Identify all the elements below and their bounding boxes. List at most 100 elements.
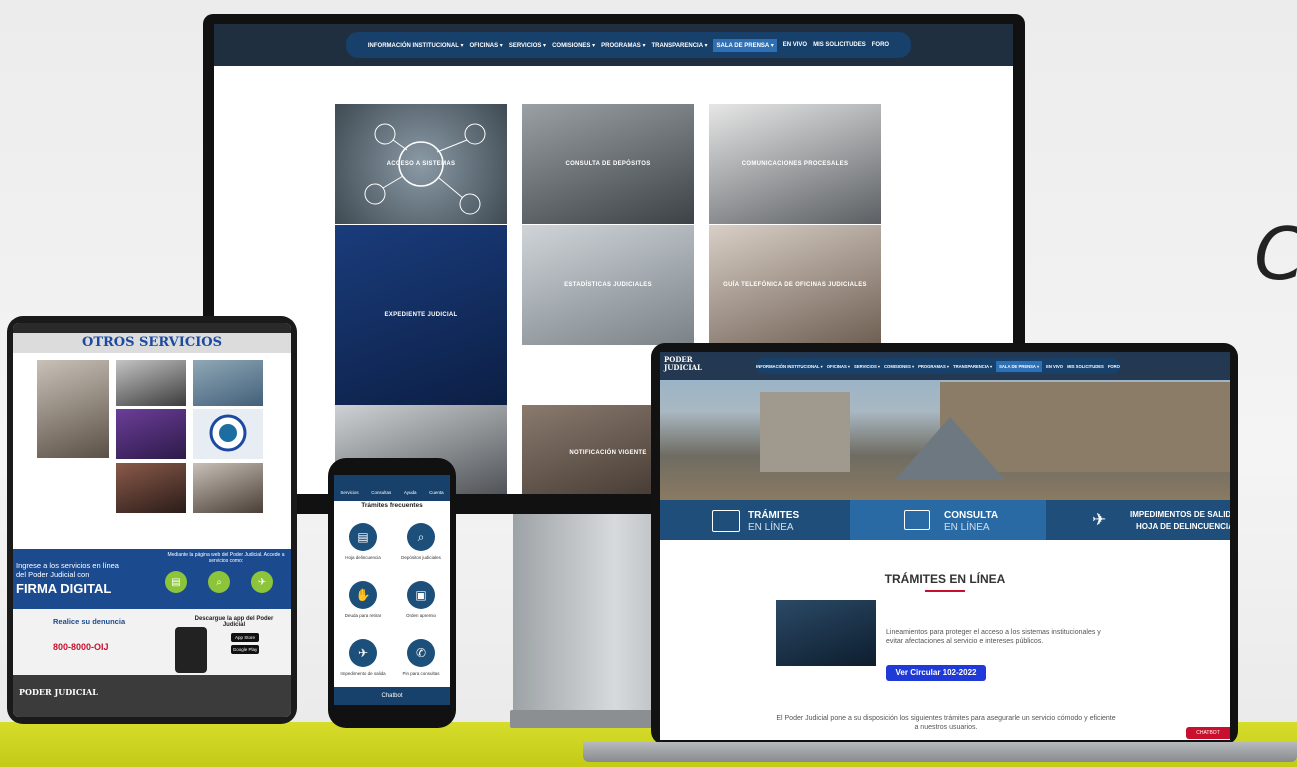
- tablet-footer: PODER JUDICIAL: [13, 675, 291, 717]
- phone-item-label: Pin para consultas: [402, 671, 440, 676]
- section-heading: TRÁMITES EN LÍNEA: [884, 572, 1006, 586]
- firma-digital-banner[interactable]: Ingrese a los servicios en línea del Pod…: [13, 549, 291, 609]
- tab-tramites[interactable]: TRÁMITES EN LÍNEA: [660, 500, 850, 540]
- nav-item[interactable]: OFICINAS ▾: [827, 364, 850, 369]
- phone-item[interactable]: ▣ Orden apremio: [392, 577, 450, 633]
- laptop-screen: PODER JUDICIAL INFORMACIÓN INSTITUCIONAL…: [660, 352, 1230, 740]
- tablet-logo: PODER JUDICIAL: [19, 687, 98, 697]
- tile-statistics[interactable]: ESTADÍSTICAS JUDICIALES: [522, 225, 694, 345]
- phone-item-label: Impedimento de salida: [340, 671, 386, 676]
- section-paragraph: Lineamientos para proteger el acceso a l…: [886, 629, 1101, 645]
- seal-icon: [209, 414, 247, 452]
- tablet-thumb-laptop[interactable]: [116, 360, 186, 406]
- tab-impedimentos[interactable]: ✈ IMPEDIMENTOS DE SALIDA HOJA DE DELINCU…: [1046, 500, 1230, 540]
- nav-item[interactable]: OFICINAS ▾: [469, 42, 502, 49]
- phone-item[interactable]: ✈ Impedimento de salida: [334, 635, 392, 691]
- tab-tramites-title: TRÁMITES: [748, 510, 800, 521]
- tile-access[interactable]: ACCESO A SISTEMAS: [335, 104, 507, 224]
- monitor-navbar: INFORMACIÓN INSTITUCIONAL ▾ OFICINAS ▾ SER…: [346, 32, 911, 58]
- nav-item[interactable]: PROGRAMAS ▾: [601, 42, 645, 49]
- tab-consulta-sub: EN LÍNEA: [944, 522, 990, 533]
- hand-icon: ✋: [349, 581, 377, 609]
- tablet-screen: OTROS SERVICIOS Ingrese a los servicios …: [13, 323, 291, 717]
- plane-icon[interactable]: ✈: [251, 571, 273, 593]
- nav-item[interactable]: TRANSPARENCIA ▾: [651, 42, 707, 49]
- phone-item[interactable]: ▤ Hoja delincuencia: [334, 519, 392, 575]
- laptop-logo[interactable]: PODER JUDICIAL: [664, 356, 704, 372]
- app-title: Descargue la app del Poder Judicial: [194, 616, 274, 628]
- search-icon[interactable]: ⌕: [208, 571, 230, 593]
- tablet-thumb-audience[interactable]: [116, 463, 186, 513]
- laptop-base: [583, 742, 1297, 762]
- tile-label: EXPEDIENTE JUDICIAL: [384, 312, 458, 318]
- plane-icon: ✈: [349, 639, 377, 667]
- nav-item[interactable]: EN VIVO: [783, 42, 807, 48]
- phone-tab[interactable]: Servicios: [340, 490, 358, 495]
- tile-expediente[interactable]: EXPEDIENTE JUDICIAL: [335, 225, 507, 405]
- phone-item-label: Depósitos judiciales: [401, 555, 441, 560]
- tab-impedimentos-title: IMPEDIMENTOS DE SALIDA: [1130, 510, 1230, 519]
- tile-label: ESTADÍSTICAS JUDICIALES: [564, 282, 652, 288]
- phone-item[interactable]: ✆ Pin para consultas: [392, 635, 450, 691]
- denuncia-title: Realice su denuncia: [53, 617, 126, 626]
- app-store-badge[interactable]: App Store: [231, 633, 259, 642]
- nav-item[interactable]: SERVICIOS ▾: [854, 364, 880, 369]
- denuncia-section: Realice su denuncia 800-8000-OIJ Descarg…: [13, 609, 291, 675]
- nav-item[interactable]: TRANSPARENCIA ▾: [953, 364, 992, 369]
- phone-chatbot-bar[interactable]: Chatbot: [334, 687, 450, 705]
- tile-communications[interactable]: COMUNICACIONES PROCESALES: [709, 104, 881, 224]
- heading-underline: [925, 590, 965, 592]
- banner-strong: FIRMA DIGITAL: [16, 581, 112, 596]
- laptop-navbar: INFORMACIÓN INSTITUCIONAL ▾ OFICINAS ▾ SER…: [756, 358, 1120, 374]
- tile-deposits[interactable]: CONSULTA DE DEPÓSITOS: [522, 104, 694, 224]
- search-icon: ⌕: [407, 523, 435, 551]
- tablet-thumb-purple[interactable]: [116, 409, 186, 459]
- tile-label: COMUNICACIONES PROCESALES: [741, 161, 849, 167]
- tablet-thumb-person[interactable]: [37, 360, 109, 458]
- side-letter: C: [1254, 212, 1297, 296]
- nav-item[interactable]: INFORMACIÓN INSTITUCIONAL ▾: [756, 364, 823, 369]
- nav-item[interactable]: EN VIVO: [1046, 364, 1063, 369]
- tab-consulta[interactable]: CONSULTA EN LÍNEA: [850, 500, 1046, 540]
- security-laptop-image: [776, 600, 876, 666]
- phone-tab[interactable]: Consultas: [371, 490, 391, 495]
- phone-item[interactable]: ⌕ Depósitos judiciales: [392, 519, 450, 575]
- nav-item[interactable]: MIS SOLICITUDES: [813, 42, 866, 48]
- tile-label: ACCESO A SISTEMAS: [386, 161, 456, 167]
- computer-icon: [712, 510, 740, 532]
- phone-item-label: Hoja delincuencia: [345, 555, 381, 560]
- nav-item[interactable]: SALA DE PRENSA ▾: [996, 360, 1043, 372]
- nav-item[interactable]: MIS SOLICITUDES: [1067, 364, 1104, 369]
- chatbot-button[interactable]: CHATBOT: [1186, 727, 1230, 739]
- phone-item[interactable]: ✋ Deuda para retirar: [334, 577, 392, 633]
- phone-tab[interactable]: Cuenta: [429, 490, 444, 495]
- nav-item[interactable]: COMISIONES ▾: [884, 364, 914, 369]
- building-left: [760, 392, 850, 472]
- google-play-badge[interactable]: Google Play: [231, 645, 259, 654]
- id-card-icon[interactable]: ▤: [165, 571, 187, 593]
- nav-item[interactable]: COMISIONES ▾: [552, 42, 595, 49]
- nav-item[interactable]: PROGRAMAS ▾: [918, 364, 949, 369]
- nav-item[interactable]: INFORMACIÓN INSTITUCIONAL ▾: [368, 42, 464, 49]
- denuncia-phone[interactable]: 800-8000-OIJ: [53, 642, 109, 652]
- nav-item[interactable]: SALA DE PRENSA ▾: [713, 38, 777, 52]
- tile-label: GUÍA TELEFÓNICA DE OFICINAS JUDICIALES: [723, 282, 867, 288]
- monitor-header: INFORMACIÓN INSTITUCIONAL ▾ OFICINAS ▾ SER…: [214, 24, 1013, 66]
- pyramid-illustration: [895, 417, 1005, 480]
- tablet-thumb-seal[interactable]: [193, 409, 263, 459]
- phone-screen: Servicios Consultas Ayuda Cuenta Trámites f…: [334, 475, 450, 705]
- nav-item[interactable]: FORO: [872, 42, 889, 48]
- phone-illustration: [175, 627, 207, 673]
- phone-item-label: Deuda para retirar: [344, 613, 382, 618]
- nav-item[interactable]: SERVICIOS ▾: [509, 42, 546, 49]
- phone-icon: ✆: [407, 639, 435, 667]
- phone-tab[interactable]: Ayuda: [404, 490, 417, 495]
- document-icon: ▣: [407, 581, 435, 609]
- circular-button[interactable]: Ver Circular 102-2022: [886, 665, 986, 681]
- tablet-thumb-map[interactable]: [193, 360, 263, 406]
- phone-item-label: Orden apremio: [405, 613, 436, 618]
- phone-section-title: Trámites frecuentes: [361, 502, 423, 509]
- tile-directory[interactable]: GUÍA TELEFÓNICA DE OFICINAS JUDICIALES: [709, 225, 881, 345]
- nav-item[interactable]: FORO: [1108, 364, 1120, 369]
- tablet-thumb-woman[interactable]: [193, 463, 263, 513]
